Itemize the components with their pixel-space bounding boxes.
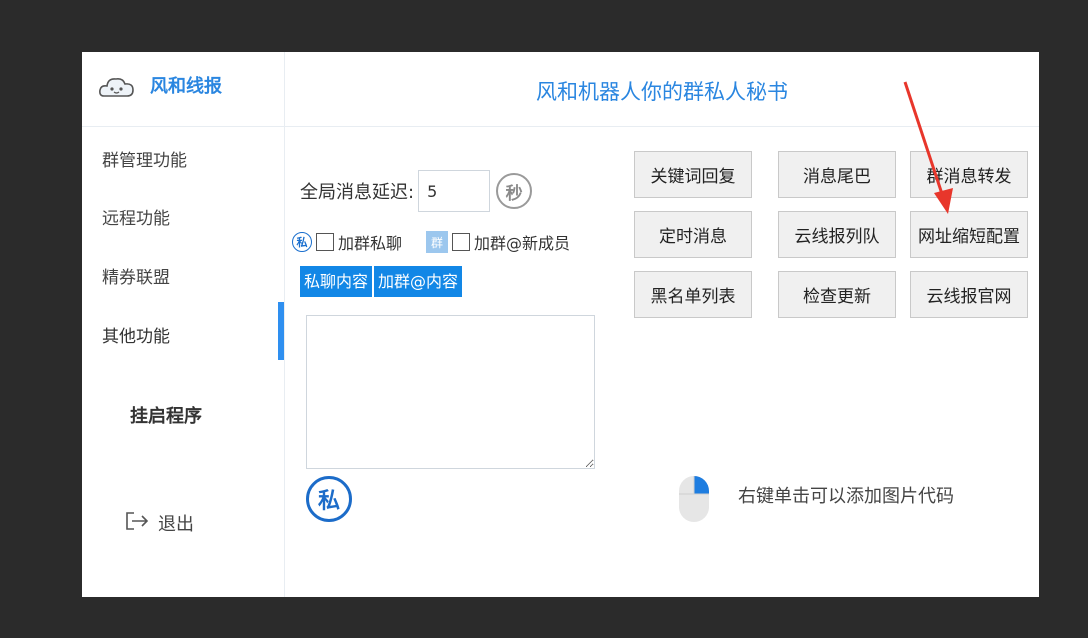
sidebar-item-coupon-alliance[interactable]: 精券联盟 xyxy=(102,263,170,288)
delay-label: 全局消息延迟: xyxy=(300,182,415,203)
delay-row: 全局消息延迟: 秒 xyxy=(300,170,533,212)
sidebar: 风和线报 群管理功能 远程功能 精券联盟 其他功能 挂启程序 退出 xyxy=(82,52,285,597)
message-content-textarea[interactable] xyxy=(306,315,595,469)
mouse-right-click-icon xyxy=(677,474,711,528)
content-tabs: 私聊内容 加群@内容 xyxy=(300,266,464,297)
tab-private-content[interactable]: 私聊内容 xyxy=(300,266,373,297)
right-click-hint: 右键单击可以添加图片代码 xyxy=(738,486,954,507)
sidebar-item-other[interactable]: 其他功能 xyxy=(102,322,170,347)
brand-name: 风和线报 xyxy=(150,76,222,97)
cloud-queue-button[interactable]: 云线报列队 xyxy=(778,211,896,258)
group-icon: 群 xyxy=(426,231,449,253)
cloud-website-button[interactable]: 云线报官网 xyxy=(910,271,1028,318)
logout-label: 退出 xyxy=(158,514,194,535)
cloud-logo-icon xyxy=(98,74,136,104)
join-private-label: 加群私聊 xyxy=(338,234,403,253)
page-title: 风和机器人你的群私人秘书 xyxy=(536,80,788,104)
tab-group-mention-content[interactable]: 加群@内容 xyxy=(374,266,463,297)
url-shorten-config-button[interactable]: 网址缩短配置 xyxy=(910,211,1028,258)
blacklist-button[interactable]: 黑名单列表 xyxy=(634,271,752,318)
options-row: 私 加群私聊 群 加群@新成员 xyxy=(292,230,570,254)
group-forward-button[interactable]: 群消息转发 xyxy=(910,151,1028,198)
page-header: 风和机器人你的群私人秘书 xyxy=(285,52,1039,127)
private-chat-icon: 私 xyxy=(292,232,312,252)
join-mention-checkbox[interactable] xyxy=(452,233,471,251)
timed-message-button[interactable]: 定时消息 xyxy=(634,211,752,258)
check-update-button[interactable]: 检查更新 xyxy=(778,271,896,318)
sidebar-item-group-management[interactable]: 群管理功能 xyxy=(102,146,187,171)
join-private-checkbox[interactable] xyxy=(316,233,334,251)
sidebar-item-remote[interactable]: 远程功能 xyxy=(102,204,170,229)
launch-button[interactable]: 挂启程序 xyxy=(130,402,202,428)
logout-icon xyxy=(124,510,150,536)
brand-header: 风和线报 xyxy=(82,52,284,127)
private-badge-icon: 私 xyxy=(306,476,352,522)
delay-input[interactable] xyxy=(418,170,491,212)
sidebar-active-indicator xyxy=(278,302,284,360)
keyword-reply-button[interactable]: 关键词回复 xyxy=(634,151,752,198)
seconds-unit-badge: 秒 xyxy=(496,173,533,209)
join-mention-label: 加群@新成员 xyxy=(474,234,571,253)
app-window: 风和线报 群管理功能 远程功能 精券联盟 其他功能 挂启程序 退出 风和机器人你… xyxy=(82,52,1039,597)
message-tail-button[interactable]: 消息尾巴 xyxy=(778,151,896,198)
logout-button[interactable]: 退出 xyxy=(124,510,194,536)
